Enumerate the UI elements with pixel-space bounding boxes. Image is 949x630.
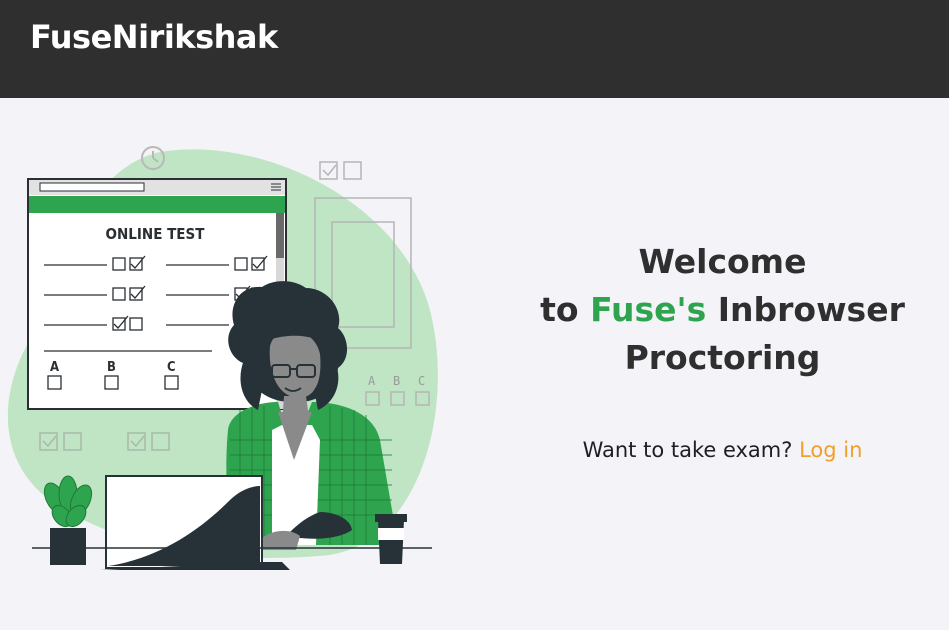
welcome-heading: Welcome to Fuse's Inbrowser Proctoring <box>500 238 945 382</box>
welcome-line-2-prefix: to <box>540 290 591 329</box>
welcome-line-2-suffix: Inbrowser <box>706 290 905 329</box>
answer-option-c: C <box>167 360 176 375</box>
login-prompt: Want to take exam? Log in <box>500 438 945 462</box>
login-prompt-text: Want to take exam? <box>582 438 793 462</box>
login-link[interactable]: Log in <box>799 438 862 462</box>
side-option-a: A <box>368 374 376 388</box>
navbar: FuseNirikshak <box>0 0 949 98</box>
welcome-line-1: Welcome <box>638 242 807 281</box>
coffee-cup <box>375 514 407 564</box>
welcome-line-3: Proctoring <box>624 338 821 377</box>
welcome-title: Welcome to Fuse's Inbrowser Proctoring <box>500 238 945 382</box>
answer-option-a: A <box>50 360 59 375</box>
side-option-c: C <box>418 374 425 388</box>
side-option-b: B <box>393 374 400 388</box>
laptop <box>100 475 290 570</box>
answer-option-b: B <box>107 360 116 375</box>
brand-logo-link[interactable]: FuseNirikshak <box>30 18 278 56</box>
online-test-illustration: A B C ONLINE TEST A B C <box>7 146 438 570</box>
checkbox-decor-top <box>319 161 362 180</box>
test-title: ONLINE TEST <box>106 225 206 243</box>
brand-highlight: Fuse's <box>590 290 707 329</box>
